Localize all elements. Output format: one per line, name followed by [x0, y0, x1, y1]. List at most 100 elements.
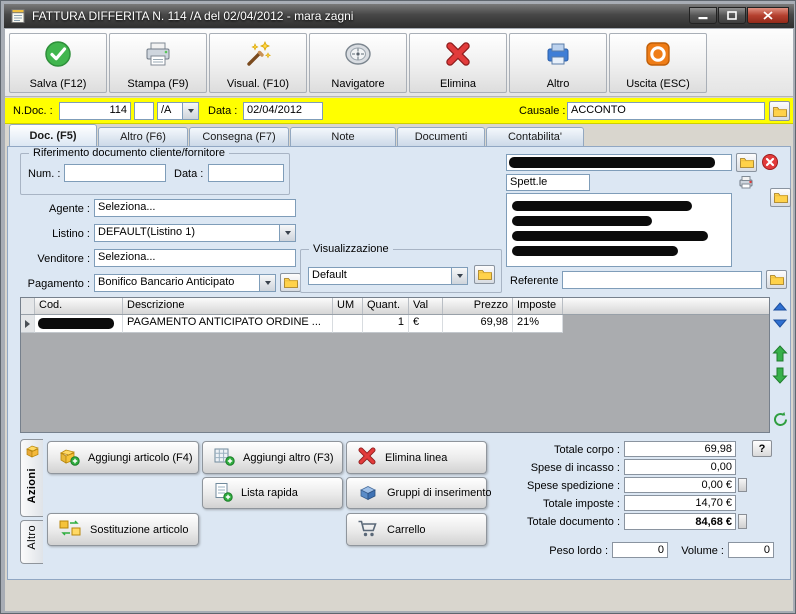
spese-spedizione-detail-button[interactable]	[738, 478, 747, 492]
indirizzo-folder-button[interactable]	[770, 188, 791, 207]
navigatore-button[interactable]: Navigatore	[309, 33, 407, 93]
redacted-text	[512, 246, 678, 256]
totale-documento-detail-button[interactable]	[738, 514, 747, 529]
side-tab-azioni[interactable]: Azioni	[20, 439, 43, 517]
cell-descrizione[interactable]: PAGAMENTO ANTICIPATO ORDINE ...	[123, 315, 333, 333]
chevron-down-icon[interactable]	[279, 225, 295, 241]
cliente-field[interactable]	[506, 154, 732, 171]
tab-altro[interactable]: Altro (F6)	[98, 127, 188, 146]
cell-imposte[interactable]: 21%	[513, 315, 563, 333]
uscita-label: Uscita (ESC)	[626, 78, 690, 90]
venditore-field[interactable]: Seleziona...	[94, 249, 296, 267]
magic-wand-icon	[243, 39, 273, 74]
data-field[interactable]: 02/04/2012	[243, 102, 323, 120]
cell-prezzo[interactable]: 69,98	[443, 315, 513, 333]
minimize-button[interactable]	[689, 7, 717, 24]
spese-spedizione-field[interactable]: 0,00 €	[624, 477, 736, 493]
chevron-down-icon[interactable]	[259, 275, 275, 291]
chevron-down-icon[interactable]	[451, 268, 467, 284]
rif-data-field[interactable]	[208, 164, 284, 182]
move-up-button[interactable]	[771, 344, 789, 362]
cliente-folder-button[interactable]	[736, 153, 757, 172]
stampa-button[interactable]: Stampa (F9)	[109, 33, 207, 93]
visualizzazione-select[interactable]: Default	[308, 267, 468, 285]
side-tab-azioni-label: Azioni	[26, 468, 38, 504]
close-button[interactable]	[747, 7, 789, 24]
spese-incasso-field[interactable]: 0,00	[624, 459, 736, 475]
move-down-button[interactable]	[771, 366, 789, 384]
redacted-text	[512, 201, 692, 211]
altro-label: Altro	[546, 78, 570, 90]
tab-consegna[interactable]: Consegna (F7)	[189, 127, 289, 146]
pagamento-select[interactable]: Bonifico Bancario Anticipato	[94, 274, 276, 292]
carrello-button[interactable]: Carrello	[346, 513, 487, 546]
volume-field[interactable]: 0	[728, 542, 774, 558]
spese-spedizione-label: Spese spedizione :	[527, 480, 620, 492]
ndoc-rev-field[interactable]	[134, 102, 154, 120]
table-header-um[interactable]: UM	[333, 298, 363, 314]
pagamento-folder-button[interactable]	[280, 273, 301, 292]
cell-um[interactable]	[333, 315, 363, 333]
table-header-imposte[interactable]: Imposte	[513, 298, 563, 314]
cell-val[interactable]: €	[409, 315, 443, 333]
side-tab-altro[interactable]: Altro	[20, 520, 43, 564]
move-row-updown-button[interactable]	[770, 301, 790, 329]
chevron-down-icon[interactable]	[182, 103, 198, 119]
cell-cod[interactable]	[35, 315, 123, 333]
help-button[interactable]: ?	[752, 440, 772, 457]
contact-print-icon[interactable]	[736, 173, 756, 191]
gruppi-inserimento-button[interactable]: Gruppi di inserimento	[346, 477, 492, 509]
spettle-field[interactable]: Spett.le	[506, 174, 590, 191]
table-header-val[interactable]: Val	[409, 298, 443, 314]
salva-button[interactable]: Salva (F12)	[9, 33, 107, 93]
navigatore-label: Navigatore	[331, 78, 385, 90]
causale-field[interactable]: ACCONTO	[567, 102, 765, 120]
table-header-prezzo[interactable]: Prezzo	[443, 298, 513, 314]
elimina-button[interactable]: Elimina	[409, 33, 507, 93]
folder-icon	[772, 106, 787, 117]
totale-corpo-field[interactable]: 69,98	[624, 441, 736, 457]
altro-button[interactable]: Altro	[509, 33, 607, 93]
uscita-button[interactable]: Uscita (ESC)	[609, 33, 707, 93]
totale-imposte-field[interactable]: 14,70 €	[624, 495, 736, 511]
cube-icon	[25, 444, 40, 464]
row-selector-cell[interactable]	[21, 315, 35, 333]
maximize-button[interactable]	[718, 7, 746, 24]
table-header-cod[interactable]: Cod.	[35, 298, 123, 314]
ndoc-field[interactable]: 114	[59, 102, 131, 120]
referente-field[interactable]	[562, 271, 762, 289]
table-row[interactable]: PAGAMENTO ANTICIPATO ORDINE ... 1 € 69,9…	[21, 315, 769, 333]
visual-button[interactable]: Visual. (F10)	[209, 33, 307, 93]
agente-field[interactable]: Seleziona...	[94, 199, 296, 217]
tab-contabilita[interactable]: Contabilita'	[486, 127, 584, 146]
cell-quant[interactable]: 1	[363, 315, 409, 333]
tab-note[interactable]: Note	[290, 127, 396, 146]
elimina-linea-button[interactable]: Elimina linea	[346, 441, 487, 474]
num-field[interactable]	[64, 164, 166, 182]
minimize-icon	[698, 17, 708, 20]
lista-rapida-button[interactable]: Lista rapida	[202, 477, 343, 509]
totale-documento-field[interactable]: 84,68 €	[624, 513, 736, 530]
doc-suffix-select[interactable]: /A	[157, 102, 199, 120]
folder-icon	[477, 270, 492, 280]
aggiungi-altro-button[interactable]: Aggiungi altro (F3)	[202, 441, 343, 474]
listino-select[interactable]: DEFAULT(Listino 1)	[94, 224, 296, 242]
causale-folder-button[interactable]	[769, 101, 790, 121]
sostituzione-articolo-button[interactable]: Sostituzione articolo	[47, 513, 199, 546]
tab-documenti[interactable]: Documenti	[397, 127, 485, 146]
indirizzo-box[interactable]	[506, 193, 732, 267]
peso-lordo-field[interactable]: 0	[612, 542, 668, 558]
document-bar: N.Doc. : 114 /A Data : 02/04/2012 Causal…	[5, 98, 793, 124]
clear-cliente-button[interactable]	[760, 152, 780, 172]
folder-icon	[739, 158, 754, 168]
aggiungi-articolo-button[interactable]: Aggiungi articolo (F4)	[47, 441, 199, 474]
visualizzazione-folder-button[interactable]	[474, 265, 495, 284]
table-header-descrizione[interactable]: Descrizione	[123, 298, 333, 314]
titlebar[interactable]: FATTURA DIFFERITA N. 114 /A del 02/04/20…	[4, 4, 794, 28]
tab-doc[interactable]: Doc. (F5)	[9, 124, 97, 146]
table-header-quant[interactable]: Quant.	[363, 298, 409, 314]
visual-label: Visual. (F10)	[226, 78, 290, 90]
table-header-filler	[563, 298, 769, 314]
referente-folder-button[interactable]	[766, 270, 787, 289]
refresh-button[interactable]	[770, 409, 790, 429]
